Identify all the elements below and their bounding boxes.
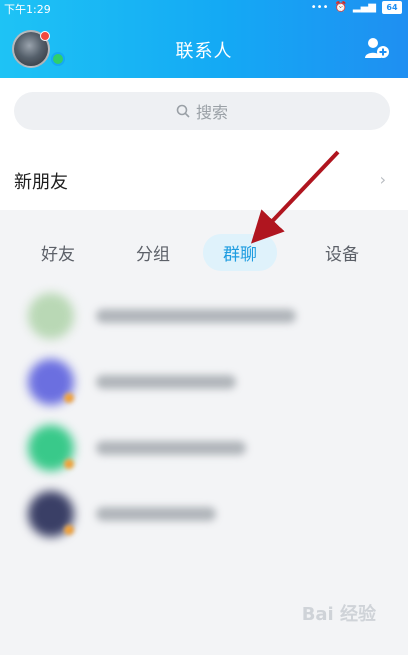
more-dots-icon: ••• [310,1,329,13]
group-badge [64,459,74,469]
list-item[interactable] [0,483,408,549]
group-badge [64,525,74,535]
group-name-redacted [96,309,296,323]
status-bar: 下午1:29 ••• ⏰ ▂▄▆ 64 [0,0,408,16]
page-title: 联系人 [175,41,233,62]
group-name-redacted [96,375,236,389]
status-time: 下午1:29 [4,3,51,16]
list-item[interactable] [0,351,408,417]
group-badge [64,393,74,403]
group-name-redacted [96,441,246,455]
tab-groups-category[interactable]: 分组 [136,240,170,265]
group-avatar [28,293,74,339]
contact-tabs: 好友 分组 群聊 设备 [0,222,408,280]
search-icon [176,104,190,118]
tab-friends[interactable]: 好友 [41,240,75,265]
chevron-right-icon: › [379,170,386,189]
search-input[interactable]: 搜索 [14,92,390,130]
tab-devices[interactable]: 设备 [325,240,359,265]
group-name-redacted [96,507,216,521]
new-friend-label: 新朋友 [14,172,68,193]
status-icons: ••• ⏰ ▂▄▆ 64 [311,1,402,14]
search-placeholder: 搜索 [195,103,228,122]
alarm-icon: ⏰ [334,1,347,13]
signal-icon: ▂▄▆ [352,1,376,13]
list-item[interactable] [0,285,408,351]
list-item[interactable] [0,417,408,483]
add-contact-icon[interactable] [364,36,390,60]
group-chat-list [0,285,408,555]
tab-group-chats[interactable]: 群聊 [203,234,277,271]
watermark: Bai 经验 [301,604,376,625]
new-friend-row[interactable]: 新朋友 › [0,150,408,208]
battery-icon: 64 [382,1,402,14]
